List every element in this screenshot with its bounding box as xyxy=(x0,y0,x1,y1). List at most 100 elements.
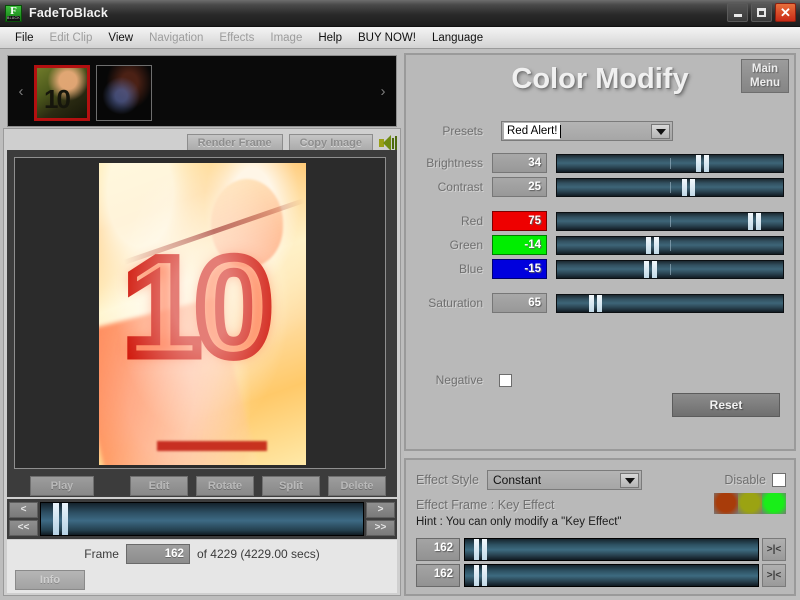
green-label: Green xyxy=(449,238,483,252)
brightness-slider-thumb[interactable] xyxy=(694,154,711,172)
blue-label: Blue xyxy=(458,262,483,276)
green-slider-thumb[interactable] xyxy=(644,236,661,254)
saturation-slider[interactable] xyxy=(556,293,784,313)
split-button[interactable]: Split xyxy=(262,476,320,496)
keyframe-track-2[interactable] xyxy=(464,564,759,587)
close-button[interactable]: ✕ xyxy=(775,3,796,22)
speaker-icon[interactable] xyxy=(379,134,397,152)
indicator-light-3 xyxy=(762,493,786,514)
frame-info-row: Frame 162 of 4229 (4229.00 secs) xyxy=(7,540,397,568)
keyframe-number-2[interactable]: 162 xyxy=(416,564,460,587)
contrast-slider-thumb[interactable] xyxy=(680,178,697,196)
menu-bar: File Edit Clip View Navigation Effects I… xyxy=(0,27,800,49)
main-menu-button[interactable]: Main Menu xyxy=(741,59,789,93)
brightness-label: Brightness xyxy=(426,156,483,170)
slider-row-green: Green -14 xyxy=(406,235,794,255)
keyframe-row: 162 >|< xyxy=(416,564,786,587)
timeline-scrubber[interactable] xyxy=(51,503,69,535)
menu-item-edit-clip: Edit Clip xyxy=(49,31,93,44)
menu-item-file[interactable]: File xyxy=(7,30,42,46)
red-slider[interactable] xyxy=(556,211,784,231)
effect-style-value: Constant xyxy=(493,473,542,487)
red-slider-thumb[interactable] xyxy=(746,212,763,230)
effect-hint-text: Hint : You can only modify a "Key Effect… xyxy=(416,516,622,528)
brightness-slider[interactable] xyxy=(556,153,784,173)
presets-input[interactable]: Red Alert! xyxy=(501,121,673,141)
timeline-track[interactable] xyxy=(40,502,364,536)
app-logo-subtext: BLACK xyxy=(7,15,20,21)
presets-value: Red Alert! xyxy=(504,123,560,139)
presets-row: Presets Red Alert! xyxy=(406,121,794,141)
filmstrip-items xyxy=(34,56,370,126)
menu-item-help[interactable]: Help xyxy=(310,30,350,46)
window-title: FadeToBlack xyxy=(29,6,109,20)
minimize-button[interactable] xyxy=(727,3,748,22)
effect-style-label: Effect Style xyxy=(416,473,479,487)
disable-label: Disable xyxy=(724,473,766,487)
timeline-next-button[interactable]: > xyxy=(366,502,395,518)
delete-button[interactable]: Delete xyxy=(328,476,386,496)
slider-row-brightness: Brightness 34 xyxy=(406,153,794,173)
timeline-nav-right: > >> xyxy=(364,499,397,539)
edit-button[interactable]: Edit xyxy=(130,476,188,496)
menu-item-language[interactable]: Language xyxy=(424,30,491,46)
frame-number-field[interactable]: 162 xyxy=(125,544,190,564)
menu-item-buy-now[interactable]: BUY NOW! xyxy=(350,30,424,46)
preview-image-area[interactable]: 10 xyxy=(14,157,386,469)
saturation-slider-thumb[interactable] xyxy=(587,294,604,312)
effect-style-select[interactable]: Constant xyxy=(487,470,642,490)
contrast-value[interactable]: 25 xyxy=(492,177,547,197)
indicator-light-2 xyxy=(738,493,762,514)
menu-item-image: Image xyxy=(270,31,303,44)
preview-image: 10 xyxy=(99,163,306,465)
filmstrip-next-icon[interactable]: › xyxy=(370,83,396,100)
keyframe-goto-button-2[interactable]: >|< xyxy=(762,564,786,587)
saturation-label: Saturation xyxy=(428,296,483,310)
filmstrip-thumbnail-1[interactable] xyxy=(34,64,90,121)
filmstrip-thumbnail-2[interactable] xyxy=(96,64,152,121)
frame-label: Frame xyxy=(84,547,119,561)
blue-slider[interactable] xyxy=(556,259,784,279)
frame-total-text: of 4229 (4229.00 secs) xyxy=(196,547,320,561)
disable-checkbox[interactable] xyxy=(772,473,786,487)
clip-actions: Play Edit Rotate Split Delete xyxy=(14,475,386,497)
saturation-value[interactable]: 65 xyxy=(492,293,547,313)
maximize-button[interactable] xyxy=(751,3,772,22)
red-label: Red xyxy=(460,214,483,228)
filmstrip-prev-icon[interactable]: ‹ xyxy=(8,83,34,100)
timeline-next-fast-button[interactable]: >> xyxy=(366,520,395,536)
contrast-slider[interactable] xyxy=(556,177,784,197)
green-value[interactable]: -14 xyxy=(492,235,547,255)
presets-dropdown-button[interactable] xyxy=(651,124,670,139)
rotate-button[interactable]: Rotate xyxy=(196,476,254,496)
keyframe-thumb-1[interactable] xyxy=(472,539,489,560)
chevron-down-icon xyxy=(624,477,635,484)
thumbnail-art-1 xyxy=(37,67,87,118)
info-row: Info xyxy=(7,566,397,593)
color-modify-panel: Color Modify Main Menu Presets Red Alert… xyxy=(404,53,796,451)
red-value[interactable]: 75 xyxy=(492,211,547,231)
brightness-value[interactable]: 34 xyxy=(492,153,547,173)
blue-slider-thumb[interactable] xyxy=(642,260,659,278)
keyframe-goto-button-1[interactable]: >|< xyxy=(762,538,786,561)
blue-value[interactable]: -15 xyxy=(492,259,547,279)
key-effect-indicator xyxy=(714,493,786,514)
title-bar: F BLACK FadeToBlack ✕ xyxy=(0,0,800,27)
timeline-prev-fast-button[interactable]: << xyxy=(9,520,38,536)
negative-checkbox[interactable] xyxy=(499,373,512,387)
green-slider[interactable] xyxy=(556,235,784,255)
reset-button[interactable]: Reset xyxy=(672,393,780,417)
effect-frame-text: Effect Frame : Key Effect xyxy=(416,498,555,512)
timeline-prev-button[interactable]: < xyxy=(9,502,38,518)
menu-item-view[interactable]: View xyxy=(100,30,141,46)
effect-style-dropdown-button[interactable] xyxy=(620,473,639,488)
panel-title: Color Modify xyxy=(511,63,689,95)
keyframe-thumb-2[interactable] xyxy=(472,565,489,586)
play-button[interactable]: Play xyxy=(30,476,94,496)
minimize-icon xyxy=(733,14,742,17)
info-button[interactable]: Info xyxy=(15,569,85,590)
keyframe-number-1[interactable]: 162 xyxy=(416,538,460,561)
keyframe-track-1[interactable] xyxy=(464,538,759,561)
slider-row-contrast: Contrast 25 xyxy=(406,177,794,197)
filmstrip: ‹ › xyxy=(7,55,397,127)
